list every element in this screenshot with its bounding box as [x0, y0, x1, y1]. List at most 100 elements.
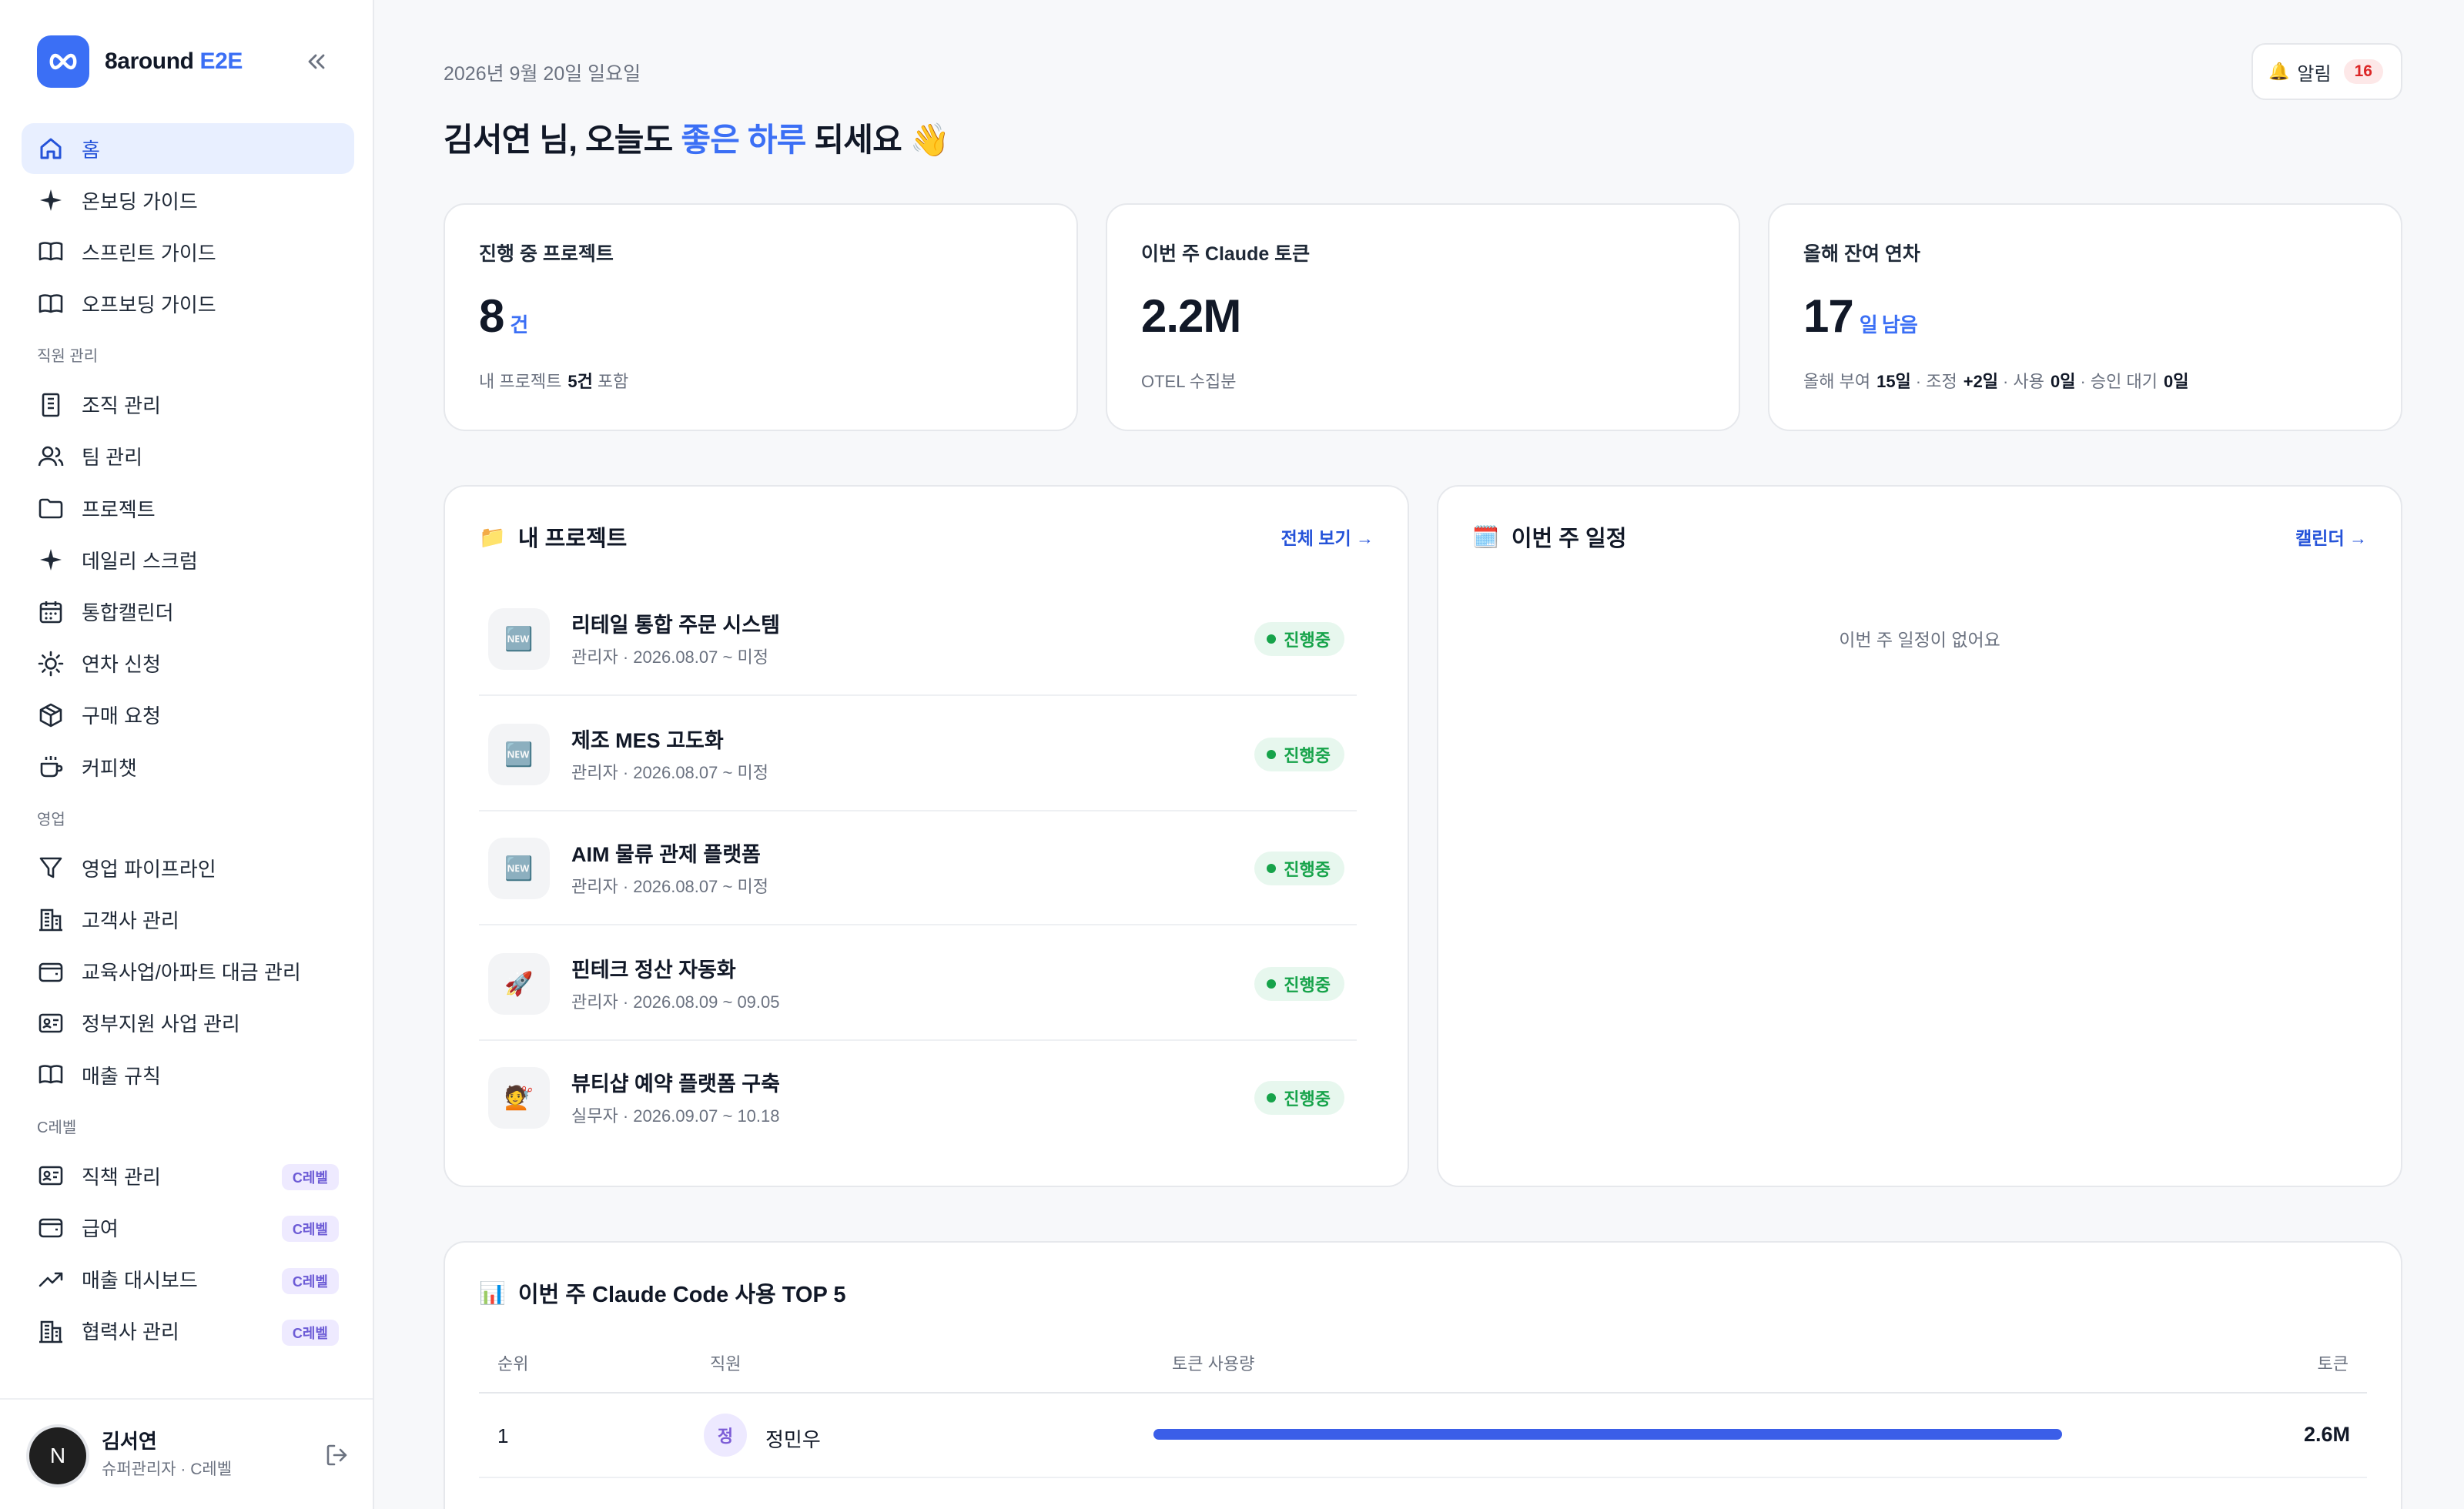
brand-name: 8around E2E: [105, 49, 243, 74]
current-date: 2026년 9월 20일 일요일: [444, 63, 641, 85]
sidebar-item-label: 조직 관리: [82, 394, 161, 418]
project-meta: 관리자 · 2026.08.07 ~ 미정: [571, 763, 768, 782]
column-header-employee: 직원: [710, 1354, 742, 1373]
sidebar-item-calendar[interactable]: 통합캘린더: [22, 587, 354, 637]
sidebar-item-label: 커피챗: [82, 756, 137, 780]
sidebar-item-label: 연차 신청: [82, 653, 161, 677]
project-row[interactable]: 💇 뷰티샵 예약 플랫폼 구축 실무자 · 2026.09.07 ~ 10.18…: [479, 1041, 1357, 1155]
project-name: 뷰티샵 예약 플랫폼 구축: [571, 1072, 780, 1096]
sidebar-item-sprint-guide[interactable]: 스프린트 가이드: [22, 226, 354, 277]
section-label-hr: 직원 관리: [37, 348, 99, 366]
project-row[interactable]: 🚀 핀테크 정산 자동화 관리자 · 2026.08.09 ~ 09.05 진행…: [479, 927, 1357, 1041]
usage-bar-fill: [1153, 1429, 2062, 1440]
sidebar-item-sales-dashboard[interactable]: 매출 대시보드 C레벨: [22, 1254, 354, 1305]
sidebar-item-coffee-chat[interactable]: 커피챗: [22, 741, 354, 792]
sidebar-item-label: 정부지원 사업 관리: [82, 1012, 240, 1036]
my-projects-panel: 📁 내 프로젝트 전체 보기 → 🆕 리테일 통합 주문 시스템 관리자 · 20…: [444, 485, 1409, 1187]
sidebar-item-label: 영업 파이프라인: [82, 857, 216, 881]
sidebar-item-leave[interactable]: 연차 신청: [22, 638, 354, 689]
building-doc-icon: [37, 391, 65, 419]
collapse-sidebar-icon[interactable]: [303, 49, 328, 74]
notifications-button[interactable]: 🔔 알림 16: [2251, 43, 2402, 100]
sidebar-item-sales-rules[interactable]: 매출 규칙: [22, 1049, 354, 1100]
sidebar-item-purchase[interactable]: 구매 요청: [22, 690, 354, 741]
sidebar-item-label: 데일리 스크럼: [82, 549, 198, 573]
empty-schedule-message: 이번 주 일정이 없어요: [1839, 630, 2000, 650]
user-profile[interactable]: N 김서연 슈퍼관리자 · C레벨: [0, 1398, 373, 1509]
stat-card-projects[interactable]: 진행 중 프로젝트 8건 내 프로젝트 5건 포함: [444, 203, 1078, 431]
sidebar-item-positions[interactable]: 직책 관리 C레벨: [22, 1150, 354, 1201]
weekly-schedule-panel: 🗓️ 이번 주 일정 캘린더 → 이번 주 일정이 없어요: [1437, 485, 2402, 1187]
user-role: 슈퍼관리자 · C레벨: [102, 1460, 233, 1478]
usage-bar: [1153, 1429, 2062, 1440]
section-label-c-level: C레벨: [37, 1119, 77, 1136]
sidebar-item-label: 프로젝트: [82, 497, 156, 521]
project-meta: 관리자 · 2026.08.07 ~ 미정: [571, 647, 768, 667]
stat-card-leave[interactable]: 올해 잔여 연차 17 일 남음 올해 부여 15일 · 조정 +2일 · 사용 0일 · 승…: [1768, 203, 2402, 431]
sidebar-item-home[interactable]: 홈: [22, 123, 354, 174]
view-all-link[interactable]: 전체 보기 →: [1281, 524, 1374, 550]
c-level-badge: C레벨: [281, 1319, 339, 1346]
home-icon: [37, 135, 65, 162]
sidebar-item-label: 매출 대시보드: [82, 1269, 198, 1293]
logout-icon[interactable]: [323, 1441, 351, 1469]
project-row[interactable]: 🆕 AIM 물류 관제 플랫폼 관리자 · 2026.08.07 ~ 미정 진행…: [479, 811, 1357, 925]
notifications-count-badge: 16: [2343, 59, 2383, 84]
brand[interactable]: 8around E2E: [37, 35, 243, 88]
wallet-icon: [37, 958, 65, 985]
id-card-icon: [37, 1162, 65, 1189]
c-level-badge: C레벨: [281, 1267, 339, 1294]
sidebar-item-clients[interactable]: 고객사 관리: [22, 894, 354, 945]
folder-emoji-icon: 📁: [479, 524, 506, 549]
status-badge: 진행중: [1254, 738, 1344, 771]
calendar-emoji-icon: 🗓️: [1472, 524, 1499, 549]
sidebar-item-onboarding[interactable]: 온보딩 가이드: [22, 175, 354, 226]
users-icon: [37, 443, 65, 470]
infinity-logo-icon: [37, 35, 89, 88]
sidebar-item-gov-projects[interactable]: 정부지원 사업 관리: [22, 998, 354, 1049]
new-icon: 🆕: [488, 724, 550, 785]
stat-value: 17 일 남음: [1803, 290, 1918, 342]
table-divider: [479, 1392, 2367, 1394]
stat-value: 8건: [479, 290, 528, 342]
project-name: 리테일 통합 주문 시스템: [571, 614, 780, 637]
sidebar-item-education-payments[interactable]: 교육사업/아파트 대금 관리: [22, 946, 354, 997]
office-building-icon: [37, 905, 65, 933]
calendar-link[interactable]: 캘린더 →: [2295, 524, 2367, 550]
sidebar-item-label: 직책 관리: [82, 1165, 161, 1189]
status-badge: 진행중: [1254, 967, 1344, 1001]
column-header-rank: 순위: [497, 1354, 529, 1373]
sidebar-item-projects[interactable]: 프로젝트: [22, 483, 354, 534]
avatar: 정: [704, 1414, 747, 1457]
stat-sub: OTEL 수집분: [1141, 372, 1237, 391]
status-badge: 진행중: [1254, 852, 1344, 885]
sidebar-item-sales-pipeline[interactable]: 영업 파이프라인: [22, 842, 354, 893]
status-badge: 진행중: [1254, 622, 1344, 656]
sidebar-item-partners[interactable]: 협력사 관리 C레벨: [22, 1306, 354, 1357]
sidebar-item-offboarding[interactable]: 오프보딩 가이드: [22, 279, 354, 330]
project-row[interactable]: 🆕 리테일 통합 주문 시스템 관리자 · 2026.08.07 ~ 미정 진행…: [479, 582, 1357, 696]
sidebar-item-label: 교육사업/아파트 대금 관리: [82, 961, 301, 985]
stat-card-claude-tokens[interactable]: 이번 주 Claude 토큰 2.2M OTEL 수집분: [1106, 203, 1740, 431]
column-header-tokens: 토큰: [2317, 1354, 2348, 1373]
sidebar-item-label: 스프린트 가이드: [82, 241, 216, 265]
stat-sub: 올해 부여 15일 · 조정 +2일 · 사용 0일 · 승인 대기 0일: [1803, 372, 2189, 391]
sidebar-item-label: 협력사 관리: [82, 1320, 179, 1344]
token-count: 2.6M: [2303, 1423, 2350, 1446]
filter-icon: [37, 854, 65, 882]
sidebar-item-label: 급여: [82, 1216, 119, 1240]
c-level-badge: C레벨: [281, 1216, 339, 1243]
project-row[interactable]: 🆕 제조 MES 고도화 관리자 · 2026.08.07 ~ 미정 진행중: [479, 698, 1357, 811]
wallet-icon: [37, 1213, 65, 1241]
sidebar-item-label: 온보딩 가이드: [82, 189, 198, 213]
sidebar-item-label: 통합캘린더: [82, 601, 174, 624]
sidebar-nav: 홈 온보딩 가이드 스프린트 가이드 오프보딩 가이드 직원 관리 조직 관리 …: [22, 123, 354, 1357]
project-meta: 실무자 · 2026.09.07 ~ 10.18: [571, 1106, 780, 1126]
sidebar-item-team[interactable]: 팀 관리: [22, 431, 354, 482]
book-icon: [37, 1061, 65, 1089]
stat-title: 올해 잔여 연차: [1803, 243, 1920, 265]
sidebar-item-org[interactable]: 조직 관리: [22, 380, 354, 430]
sidebar-item-payroll[interactable]: 급여 C레벨: [22, 1202, 354, 1253]
sparkle-icon: [37, 546, 65, 574]
sidebar-item-daily-scrum[interactable]: 데일리 스크럼: [22, 534, 354, 585]
